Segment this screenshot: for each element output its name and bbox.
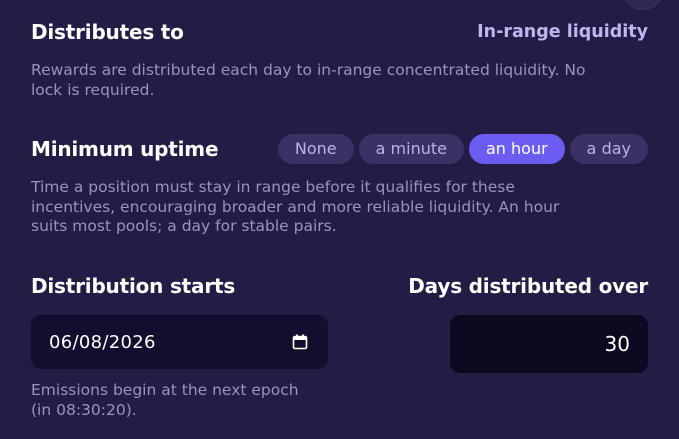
uptime-option-hour[interactable]: an hour: [468, 134, 565, 164]
uptime-option-none[interactable]: None: [277, 134, 354, 164]
days-value: 30: [604, 332, 630, 356]
start-note: Emissions begin at the next epoch (in 08…: [31, 381, 299, 420]
uptime-options: None a minute an hour a day: [277, 134, 648, 164]
distributes-description: Rewards are distributed each day to in-r…: [31, 61, 585, 100]
schedule-row: Distribution starts Days distributed ove…: [31, 272, 648, 300]
uptime-description: Time a position must stay in range befor…: [31, 178, 559, 237]
uptime-row: Minimum uptime None a minute an hour a d…: [31, 134, 648, 164]
uptime-desc-line: incentives, encouraging broader and more…: [31, 197, 560, 216]
corner-circle-button[interactable]: [623, 0, 663, 10]
uptime-heading: Minimum uptime: [31, 137, 219, 161]
start-note-line: (in 08:30:20).: [31, 400, 137, 419]
calendar-icon[interactable]: [292, 334, 308, 350]
uptime-option-day[interactable]: a day: [569, 134, 648, 164]
start-date-input[interactable]: 06/08/2026: [31, 315, 328, 369]
distributes-value: In-range liquidity: [477, 22, 648, 42]
distributes-heading: Distributes to: [31, 20, 184, 44]
distributes-desc-line: lock is required.: [31, 80, 155, 99]
start-date-value: 06/08/2026: [49, 331, 156, 353]
uptime-option-minute[interactable]: a minute: [358, 134, 464, 164]
start-note-line: Emissions begin at the next epoch: [31, 381, 299, 399]
duration-heading: Days distributed over: [408, 274, 648, 298]
distributes-row: Distributes to In-range liquidity: [31, 18, 648, 46]
days-input[interactable]: 30: [450, 315, 648, 373]
start-heading: Distribution starts: [31, 274, 236, 298]
uptime-desc-line: Time a position must stay in range befor…: [31, 178, 515, 196]
distributes-desc-line: Rewards are distributed each day to in-r…: [31, 61, 586, 79]
incentive-settings-panel: Distributes to In-range liquidity Reward…: [0, 0, 679, 439]
uptime-desc-line: suits most pools; a day for stable pairs…: [31, 217, 337, 235]
